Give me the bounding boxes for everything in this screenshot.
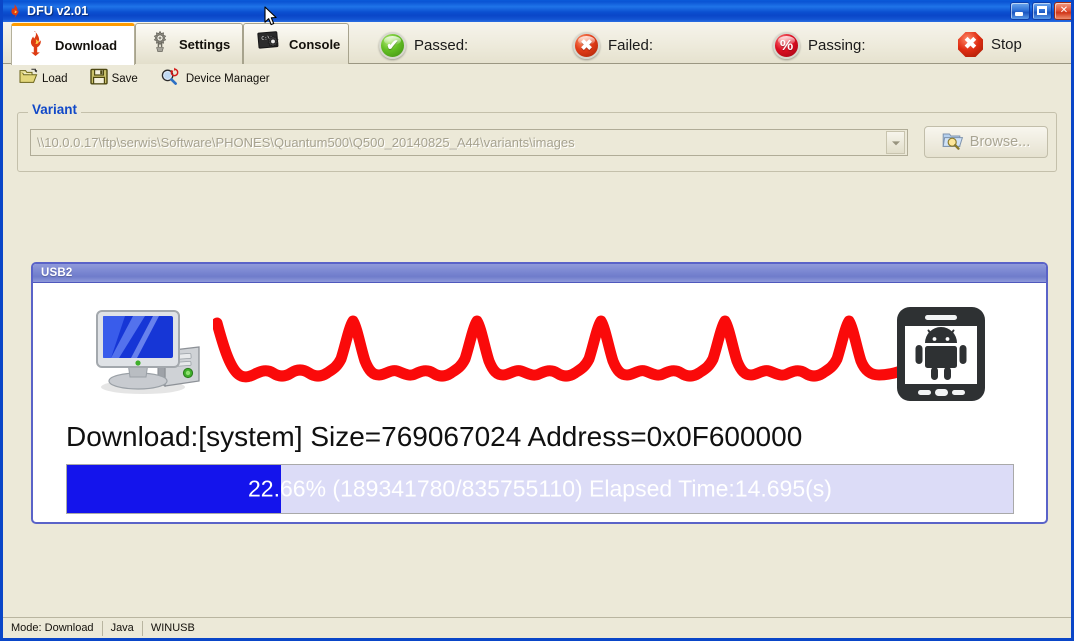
- tab-console[interactable]: C:\> Console: [243, 23, 349, 64]
- tab-settings[interactable]: Settings: [135, 23, 243, 64]
- stop-octagon-icon: ✖: [958, 32, 983, 57]
- status-failed-label: Failed:: [608, 37, 654, 54]
- variant-group: Variant \\10.0.0.17\ftp\serwis\Software\…: [17, 102, 1057, 172]
- status-passed: ✔ Passed:: [379, 32, 476, 59]
- download-status-text: Download:[system] Size=769067024 Address…: [66, 421, 803, 452]
- folder-search-icon: [942, 130, 964, 155]
- status-bar: Mode: Download Java WINUSB: [3, 617, 1071, 638]
- dfu-application-window: DFU v2.01 ✕ Download Settings C:\> Conso…: [0, 0, 1074, 641]
- heartbeat-waveform-icon: [211, 311, 907, 406]
- percent-circle-icon: %: [773, 32, 800, 59]
- status-passing: % Passing:: [773, 32, 874, 59]
- tab-bar: Download Settings C:\> Console ✔ Passed:…: [3, 22, 1071, 65]
- check-circle-icon: ✔: [379, 32, 406, 59]
- usb2-panel: USB2 Download:[system] Size=769067024 Ad…: [31, 262, 1048, 524]
- tab-label-download: Download: [55, 38, 118, 53]
- flame-icon: [7, 3, 23, 19]
- tab-label-settings: Settings: [179, 36, 231, 52]
- usb2-panel-header: USB2: [33, 264, 1046, 283]
- gear-icon: [148, 29, 172, 60]
- status-failed: ✖ Failed:: [573, 32, 661, 59]
- load-button[interactable]: Load: [13, 67, 74, 91]
- device-manager-button[interactable]: Device Manager: [154, 67, 276, 91]
- usb2-panel-body: Download:[system] Size=769067024 Address…: [33, 283, 1046, 522]
- android-phone-icon: [895, 305, 987, 408]
- window-controls: ✕: [1010, 2, 1071, 20]
- close-button[interactable]: ✕: [1054, 2, 1071, 20]
- save-button-label: Save: [111, 72, 138, 85]
- chevron-down-icon[interactable]: [886, 131, 905, 154]
- console-icon: C:\>: [256, 29, 282, 60]
- title-bar: DFU v2.01 ✕: [3, 0, 1071, 22]
- status-passing-label: Passing:: [808, 37, 866, 54]
- variant-path-combo[interactable]: \\10.0.0.17\ftp\serwis\Software\PHONES\Q…: [30, 129, 908, 156]
- minimize-button[interactable]: [1010, 2, 1030, 20]
- progress-label: 22.66% (189341780/835755110) Elapsed Tim…: [248, 475, 832, 502]
- x-circle-icon: ✖: [573, 32, 600, 59]
- status-passed-label: Passed:: [414, 37, 469, 54]
- status-bar-mode: Mode: Download: [3, 620, 103, 636]
- browse-button[interactable]: Browse...: [924, 126, 1048, 158]
- maximize-button[interactable]: [1032, 2, 1052, 20]
- floppy-disk-icon: [89, 68, 108, 90]
- window-title: DFU v2.01: [27, 4, 89, 18]
- browse-button-label: Browse...: [969, 134, 1031, 150]
- tab-label-console: Console: [289, 36, 341, 52]
- folder-open-icon: [19, 68, 38, 90]
- stop-button[interactable]: ✖ Stop: [958, 32, 1022, 57]
- stop-button-label: Stop: [991, 36, 1022, 53]
- toolbar: Load Save Device Manager: [3, 64, 1071, 93]
- magnifier-refresh-icon: [160, 67, 182, 90]
- variant-path-value: \\10.0.0.17\ftp\serwis\Software\PHONES\Q…: [37, 135, 575, 150]
- variant-group-title: Variant: [28, 102, 82, 117]
- usb2-panel-title: USB2: [41, 267, 73, 279]
- load-button-label: Load: [42, 72, 68, 85]
- status-bar-runtime: Java: [103, 620, 143, 636]
- tab-download[interactable]: Download: [11, 23, 135, 65]
- status-bar-driver: WINUSB: [150, 621, 195, 634]
- flame-icon: [24, 30, 48, 61]
- desktop-computer-icon: [95, 307, 213, 404]
- device-manager-button-label: Device Manager: [185, 72, 270, 85]
- download-progress-bar: 22.66% (189341780/835755110) Elapsed Tim…: [66, 464, 1014, 514]
- save-button[interactable]: Save: [84, 67, 144, 91]
